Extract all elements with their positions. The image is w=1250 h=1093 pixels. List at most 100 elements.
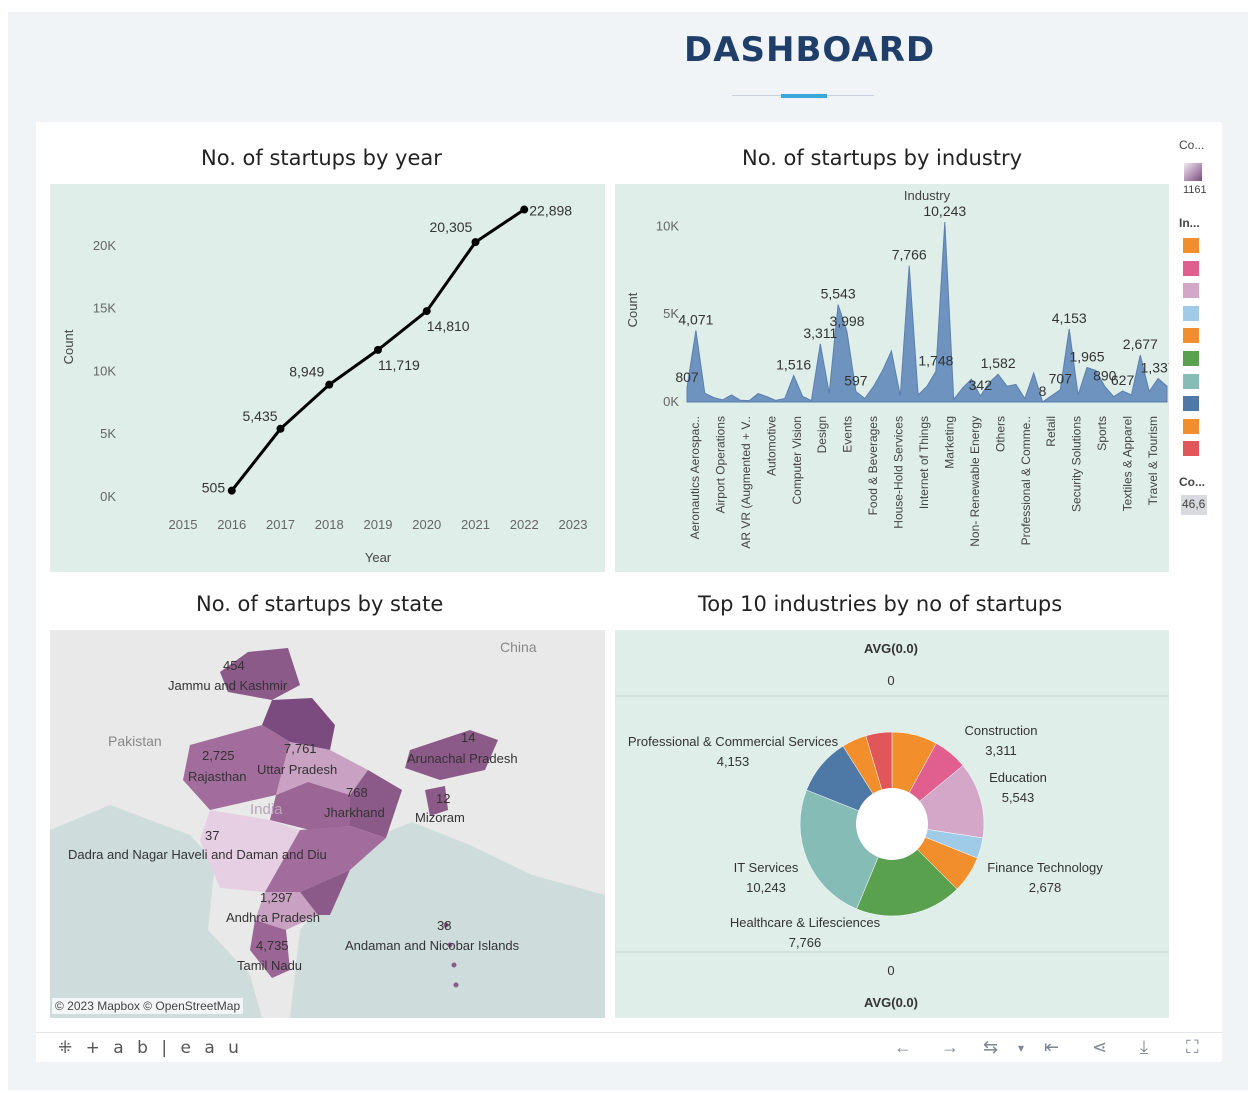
industry-data-label: 342 [969,377,993,393]
year-data-label: 11,719 [378,357,420,373]
map-label-india: India [250,801,283,818]
x-axis-tick-label: 2021 [461,517,490,532]
industry-legend-swatch[interactable] [1183,283,1199,299]
industry-legend-swatch[interactable] [1183,418,1199,434]
industry-data-label: 1,965 [1069,348,1104,364]
map-label-china: China [500,639,537,655]
industry-legend-swatch[interactable] [1183,328,1199,344]
pie-label-value: 5,543 [1002,790,1035,805]
tableau-logo-icon: ⁜ [58,1038,77,1058]
year-data-label: 5,435 [243,408,278,424]
industry-data-label: 1,337 [1141,360,1169,376]
map-state-value: 768 [346,785,368,800]
industry-legend-swatch[interactable] [1183,373,1199,389]
fullscreen-icon[interactable]: ⛶ [1186,1037,1199,1058]
map-state-name: Dadra and Nagar Haveli and Daman and Diu [68,847,327,862]
industry-category-label: Design [815,416,829,453]
pie-label-value: 2,678 [1029,880,1062,895]
map-state-name: Arunachal Pradesh [407,751,518,766]
tableau-logo[interactable]: ⁜ + a b | e a u [58,1038,243,1058]
industry-legend-title[interactable]: In... [1179,216,1200,230]
industry-category-label: Others [993,416,1007,452]
map-state-value: 12 [436,791,450,806]
map-state-value: 454 [223,658,245,673]
pie-center-hole [856,788,928,860]
pie-label-name: Construction [965,723,1038,738]
industry-category-label: Automotive [764,416,778,476]
y-axis-tick-label: 10K [93,363,116,378]
industry-chart-title: No. of startups by industry [742,146,1023,170]
year-data-point [374,345,382,354]
map-attribution[interactable]: © 2023 Mapbox © OpenStreetMap [52,998,244,1014]
x-axis-tick-label: 2017 [266,517,295,532]
industry-data-label: 1,582 [981,355,1016,371]
industry-data-label: 5,543 [821,286,856,302]
industry-category-label: Retail [1044,416,1058,447]
industry-category-label: Aeronautics Aerospac.. [688,416,702,539]
industry-category-label: Sports [1095,416,1109,451]
map-state-name: Andhra Pradesh [226,910,320,925]
industry-legend-swatch[interactable] [1183,260,1199,276]
industry-legend-swatch[interactable] [1183,238,1199,253]
y-axis-title: Count [625,292,640,327]
industry-category-label: House-Hold Services [892,416,906,529]
undo-icon[interactable]: ← [894,1037,912,1058]
y-axis-tick-label: 15K [93,301,116,316]
map-state-value: 1,297 [260,890,293,905]
year-data-label: 505 [202,480,226,496]
top-axis-title: AVG(0.0) [864,641,918,656]
count-legend-title[interactable]: Co... [1179,475,1205,489]
industry-category-label: Events [841,416,855,453]
year-data-point [471,238,480,247]
industry-category-label: Travel & Tourism [1146,416,1160,505]
y-axis-tick-label: 5K [100,426,116,441]
industry-legend-swatch[interactable] [1183,396,1199,412]
download-icon[interactable]: ⤓ [1140,1037,1148,1058]
color-legend-title[interactable]: Co... [1179,138,1204,152]
industry-legend-swatch[interactable] [1183,441,1199,457]
map-state-value: 4,735 [256,938,289,953]
map-island-dot [451,962,457,968]
state-map[interactable]: China Pakistan India 454 Jammu and Kashm… [50,630,605,1018]
pie-label-name: Healthcare & Lifesciences [730,915,881,930]
top10-pie-chart[interactable]: AVG(0.0) 0 0 AVG(0.0) Construction 3,311 Educa… [615,630,1169,1018]
industry-legend-swatch[interactable] [1183,305,1199,321]
share-icon[interactable]: ⋖ [1092,1037,1107,1058]
top-axis-tick: 0 [887,673,894,688]
map-state-name: Uttar Pradesh [257,762,337,777]
tableau-toolbar: ⁜ + a b | e a u ← → ⇆ ▾ ⇤ ⋖ ⤓ ⛶ [36,1032,1222,1062]
pie-label-value: 3,311 [985,743,1017,758]
industry-legend-swatch[interactable] [1183,351,1199,366]
dashboard-title: DASHBOARD [684,30,936,70]
industry-area-chart[interactable]: Industry0K5K10KCount8074,0711,5163,3115,… [615,184,1169,572]
industry-category-label: Security Solutions [1070,416,1084,512]
industry-data-label: 10,243 [923,203,966,219]
year-data-label: 14,810 [427,318,470,334]
revert-dropdown-chevron-icon[interactable]: ▾ [1018,1041,1024,1055]
industry-data-label: 1,516 [776,356,811,372]
industry-column-header: Industry [904,188,951,203]
y-axis-tick-label: 10K [656,218,679,233]
state-map-title: No. of startups by state [196,592,444,616]
y-axis-tick-label: 5K [663,306,679,321]
redo-icon[interactable]: → [941,1037,959,1058]
x-axis-tick-label: 2015 [169,517,198,532]
industry-data-label: 707 [1049,371,1073,387]
year-line-chart[interactable]: 0K 5K 10K 15K 20K 2015 2016 2017 2018 2019 2020 202… [50,184,605,572]
map-state-name: Jharkhand [324,805,385,820]
industry-data-label: 3,998 [829,313,864,329]
tableau-logo-text: + a b | e a u [85,1038,243,1058]
industry-category-label: Professional & Comme.. [1019,416,1033,545]
industry-category-label: AR VR (Augmented + V.. [739,416,753,549]
year-data-point [325,380,334,389]
pause-icon[interactable]: ⇤ [1044,1037,1059,1058]
industry-data-label: 807 [675,369,699,385]
map-state-name: Jammu and Kashmir [168,678,288,693]
x-axis-tick-label: 2022 [510,517,539,532]
map-state-name: Andaman and Nicobar Islands [345,938,520,953]
map-state-name: Tamil Nadu [237,958,302,973]
industry-data-label: 2,677 [1123,336,1158,352]
year-data-point [276,424,285,433]
revert-icon[interactable]: ⇆ [983,1037,998,1058]
industry-category-label: Food & Beverages [866,416,880,515]
